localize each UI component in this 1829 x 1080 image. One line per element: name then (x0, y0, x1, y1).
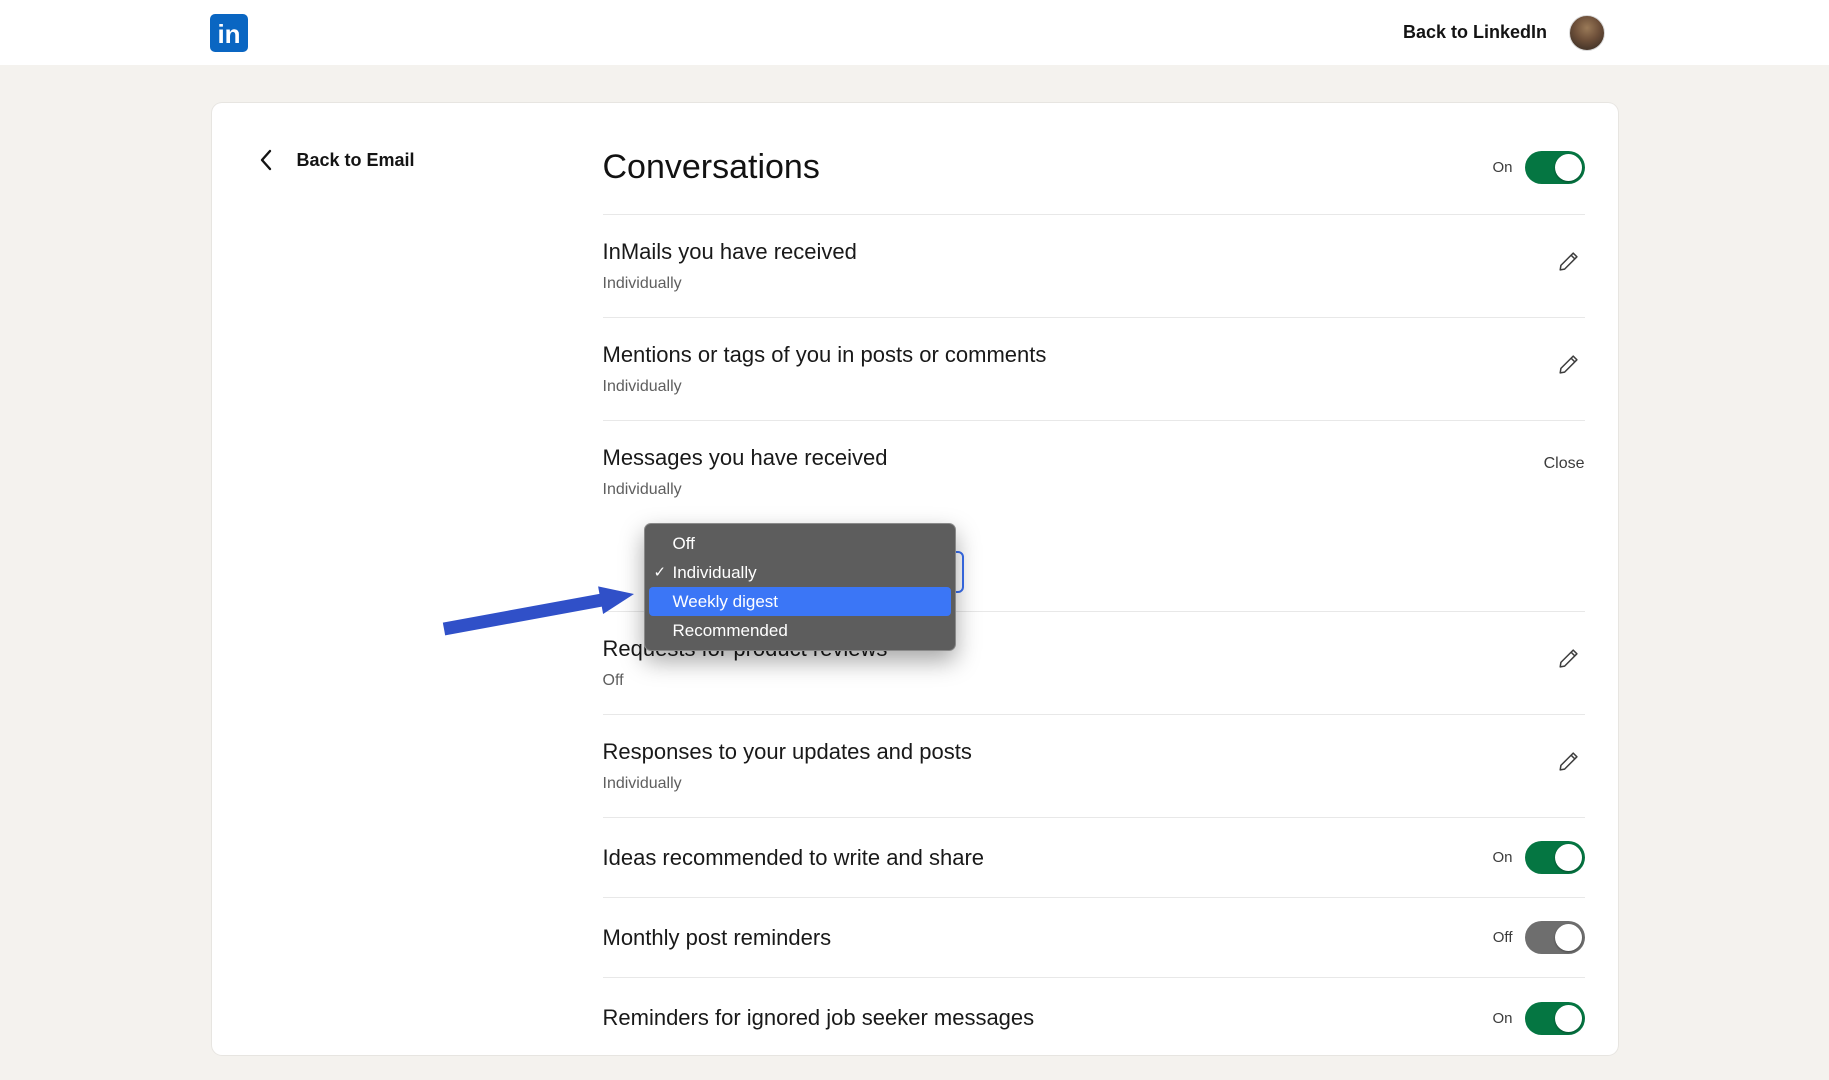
dropdown-option-individually[interactable]: ✓ Individually (645, 558, 955, 587)
row-title: InMails you have received (602, 239, 857, 264)
notification-row: Monthly post reminders Off (602, 898, 1585, 978)
pencil-icon (1557, 649, 1581, 673)
frequency-dropdown-menu: Off ✓ Individually Weekly digest Recomme… (643, 523, 956, 651)
dropdown-option-weekly-digest[interactable]: Weekly digest (648, 587, 951, 616)
notification-row: InMails you have received Individually (602, 215, 1585, 318)
row-text: InMails you have received Individually (603, 239, 857, 293)
pencil-icon (1557, 752, 1581, 776)
row-toggle-group: On (1492, 1001, 1585, 1035)
row-toggle-group: Off (1493, 921, 1585, 954)
row-title: Ideas recommended to write and share (602, 844, 985, 870)
notification-row: Mentions or tags of you in posts or comm… (602, 318, 1585, 421)
edit-button[interactable] (1553, 642, 1585, 677)
linkedin-logo-icon[interactable]: in (210, 13, 248, 52)
back-to-email-button[interactable]: Back to Email (259, 147, 603, 173)
toggle-knob (1554, 844, 1582, 871)
notification-row: Ideas recommended to write and share On (602, 818, 1585, 898)
row-title: Messages you have received (602, 445, 888, 470)
page-background: Back to Email Conversations On InMails y… (0, 65, 1829, 1055)
main-column: Conversations On InMails you have receiv… (442, 103, 1618, 1055)
toggle-knob (1554, 924, 1582, 951)
page-title: Conversations (602, 148, 820, 186)
row-title: Mentions or tags of you in posts or comm… (602, 342, 1047, 367)
edit-button[interactable] (1553, 348, 1585, 383)
master-toggle[interactable] (1524, 151, 1585, 184)
notification-row: Responses to your updates and posts Indi… (602, 715, 1585, 818)
row-subtitle: Individually (602, 775, 682, 792)
toggle-state-label: On (1492, 849, 1513, 866)
row-subtitle: Off (602, 672, 624, 689)
pencil-icon (1557, 355, 1581, 379)
back-to-email-label: Back to Email (296, 149, 415, 170)
row-text: Responses to your updates and posts Indi… (603, 739, 972, 793)
edit-button[interactable] (1553, 745, 1585, 780)
user-avatar[interactable] (1569, 14, 1605, 51)
toggle-knob (1554, 154, 1582, 181)
section-header: Conversations On (602, 103, 1585, 215)
master-toggle-group: On (1492, 151, 1585, 184)
edit-button[interactable] (1553, 245, 1585, 280)
close-button[interactable]: Close (1544, 455, 1585, 473)
notification-row: Reminders for ignored job seeker message… (603, 978, 1585, 1055)
monthly-reminders-toggle[interactable] (1524, 921, 1585, 954)
left-column: Back to Email (212, 103, 603, 1055)
dropdown-option-off[interactable]: Off (645, 529, 955, 558)
toggle-state-label: Off (1492, 929, 1513, 946)
frequency-select[interactable]: Off ✓ Individually Weekly digest Recomme… (442, 523, 964, 651)
row-title: Monthly post reminders (602, 924, 832, 950)
job-seeker-reminders-toggle[interactable] (1524, 1001, 1585, 1035)
global-header: in Back to LinkedIn (0, 0, 1829, 65)
row-text: Mentions or tags of you in posts or comm… (603, 342, 1047, 396)
row-text: Messages you have received Individually (603, 445, 888, 499)
pencil-icon (1557, 252, 1581, 276)
row-subtitle: Individually (602, 481, 682, 498)
row-subtitle: Individually (602, 275, 682, 292)
row-title: Responses to your updates and posts (602, 739, 972, 764)
chevron-left-icon (259, 147, 275, 173)
row-toggle-group: On (1492, 841, 1585, 874)
toggle-state-label: On (1492, 1009, 1513, 1027)
row-title: Reminders for ignored job seeker message… (602, 1005, 1035, 1030)
settings-card: Back to Email Conversations On InMails y… (211, 103, 1618, 1055)
checkmark-icon: ✓ (653, 564, 667, 581)
toggle-knob (1554, 1004, 1582, 1032)
back-to-linkedin-link[interactable]: Back to LinkedIn (1403, 22, 1547, 43)
notification-row-expanded: Messages you have received Individually … (442, 421, 1585, 651)
master-toggle-label: On (1492, 159, 1513, 176)
row-subtitle: Individually (602, 378, 682, 395)
dropdown-option-recommended[interactable]: Recommended (645, 616, 955, 645)
ideas-toggle[interactable] (1524, 841, 1585, 874)
